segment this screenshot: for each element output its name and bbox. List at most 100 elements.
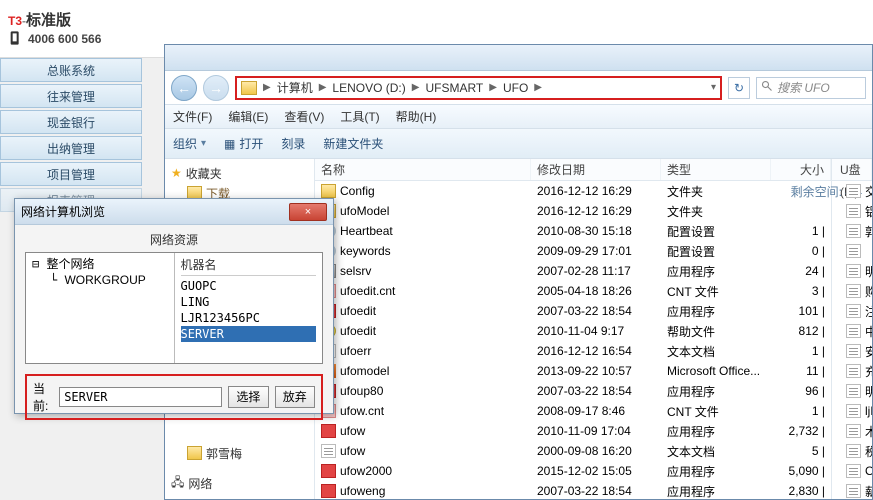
tree-whole-network[interactable]: ⊟ 整个网络 [32, 256, 168, 272]
select-button[interactable]: 选择 [228, 386, 268, 408]
table-row[interactable]: ufow2010-11-09 17:04应用程序2,732 |木柄设备 [315, 421, 872, 441]
drive-item[interactable]: 铝制品质 [840, 201, 866, 221]
drive-item[interactable]: 安卡.充 [840, 341, 866, 361]
file-date: 2010-11-09 17:04 [531, 424, 661, 438]
col-size[interactable]: 大小 [771, 159, 831, 180]
file-size: 5 | [771, 444, 831, 458]
menu-file[interactable]: 文件(F) [173, 108, 212, 125]
crumb-ufsmart[interactable]: UFSMART [425, 81, 483, 95]
table-row[interactable]: ufoedit2007-03-22 18:54应用程序101 |注塑车间 [315, 301, 872, 321]
tree-favorites[interactable]: ★收藏夹 [171, 163, 308, 183]
machine-item[interactable]: LJR123456PC [181, 310, 317, 326]
dialog-col-network[interactable]: ⊟ 整个网络 └ WORKGROUP [26, 253, 174, 363]
table-row[interactable]: ufoedit.cnt2005-04-18 18:26CNT 文件3 |购销合同 [315, 281, 872, 301]
drive-item[interactable]: Office2 [840, 461, 866, 481]
file-type: 配置设置 [661, 223, 771, 240]
col-drive[interactable]: U盘(F:) [831, 159, 872, 180]
file-name: ufoedit.cnt [340, 284, 395, 298]
drive-item[interactable]: 薪酬备案 [840, 481, 866, 499]
drive-item[interactable]: 注塑车间 [840, 301, 866, 321]
drive-item[interactable]: 购销合同 [840, 281, 866, 301]
table-row[interactable]: ufomodel2013-09-22 10:57Microsoft Office… [315, 361, 872, 381]
refresh-button[interactable]: ↻ [728, 77, 750, 99]
file-type: 应用程序 [661, 483, 771, 500]
col-date[interactable]: 修改日期 [531, 159, 661, 180]
col-type[interactable]: 类型 [661, 159, 771, 180]
file-name: ufoup80 [340, 384, 383, 398]
toolbar-burn[interactable]: 刻录 [281, 135, 305, 152]
crumb-computer[interactable]: 计算机 [277, 79, 313, 96]
sidebar-item-general-ledger[interactable]: 总账系统 [0, 58, 142, 82]
drive-item[interactable] [840, 241, 866, 261]
table-row[interactable]: ufoweng2007-03-22 18:54应用程序2,830 |薪酬备案 [315, 481, 872, 499]
file-icon [846, 404, 861, 418]
drive-item[interactable]: 木柄设备 [840, 421, 866, 441]
table-row[interactable]: ufoerr2016-12-12 16:54文本文档1 |安卡.充 [315, 341, 872, 361]
drive-item[interactable]: ljM1005 [840, 401, 866, 421]
table-row[interactable]: selsrv2007-02-28 11:17应用程序24 |明新银座 [315, 261, 872, 281]
machine-item[interactable]: LING [181, 294, 317, 310]
toolbar-organize[interactable]: 组织 [173, 135, 206, 152]
file-name: ufow [340, 444, 365, 458]
breadcrumb[interactable]: ▶ 计算机 ▶ LENOVO (D:) ▶ UFSMART ▶ UFO ▶ ▾ [235, 76, 722, 100]
file-date: 2016-12-12 16:29 [531, 184, 661, 198]
menu-help[interactable]: 帮助(H) [396, 108, 437, 125]
crumb-ufo[interactable]: UFO [503, 81, 528, 95]
search-input[interactable]: 搜索 UFO [756, 77, 866, 99]
file-type: 应用程序 [661, 303, 771, 320]
file-date: 2010-08-30 15:18 [531, 224, 661, 238]
tree-user[interactable]: 郭雪梅 [171, 443, 308, 463]
tree-workgroup[interactable]: └ WORKGROUP [32, 272, 168, 288]
file-icon [846, 424, 861, 438]
file-size: 101 | [771, 304, 831, 318]
table-row[interactable]: keywords2009-09-29 17:01配置设置0 | [315, 241, 872, 261]
explorer-menubar: 文件(F) 编辑(E) 查看(V) 工具(T) 帮助(H) [165, 105, 872, 129]
file-date: 2013-09-22 10:57 [531, 364, 661, 378]
explorer-titlebar[interactable] [165, 45, 872, 71]
toolbar-newfolder[interactable]: 新建文件夹 [323, 135, 383, 152]
chevron-down-icon[interactable]: ▾ [711, 82, 716, 93]
dialog-titlebar[interactable]: 网络计算机浏览 × [15, 199, 333, 225]
file-list: 名称 修改日期 类型 大小 U盘(F:) 剩余空间: 4.4 Config201… [315, 159, 872, 499]
drive-item[interactable]: 明新银座 [840, 261, 866, 281]
drive-item[interactable]: 中国供销 [840, 321, 866, 341]
file-size: 1 | [771, 344, 831, 358]
back-button[interactable]: ← [171, 75, 197, 101]
drive-item[interactable]: 税局要求 [840, 441, 866, 461]
file-size: 2,732 | [771, 424, 831, 438]
file-type: CNT 文件 [661, 283, 771, 300]
menu-tools[interactable]: 工具(T) [340, 108, 379, 125]
machine-item[interactable]: GUOPC [181, 278, 317, 294]
drive-item[interactable]: 明新集团 [840, 381, 866, 401]
sidebar-item-project[interactable]: 项目管理 [0, 162, 142, 186]
dialog-col-machines[interactable]: 机器名 GUOPCLINGLJR123456PCSERVER [174, 253, 323, 363]
sidebar-item-ar-ap[interactable]: 往来管理 [0, 84, 142, 108]
tree-network[interactable]: 🖧网络 [171, 473, 308, 493]
drive-item[interactable]: 郭珍玉身 [840, 221, 866, 241]
table-row[interactable]: ufow2000-09-08 16:20文本文档5 |税局要求 [315, 441, 872, 461]
cancel-button[interactable]: 放弃 [275, 386, 315, 408]
file-size: 2,830 | [771, 484, 831, 498]
forward-button[interactable]: → [203, 75, 229, 101]
table-row[interactable]: ufoedit2010-11-04 9:17帮助文件812 |中国供销 [315, 321, 872, 341]
sidebar-item-cash-bank[interactable]: 现金银行 [0, 110, 142, 134]
sidebar-item-cashier[interactable]: 出纳管理 [0, 136, 142, 160]
table-row[interactable]: ufoup802007-03-22 18:54应用程序96 |明新集团 [315, 381, 872, 401]
file-icon [846, 344, 861, 358]
drive-item[interactable]: 充证材料 [840, 361, 866, 381]
table-row[interactable]: ufoModel2016-12-12 16:29文件夹铝制品质 [315, 201, 872, 221]
current-input[interactable] [59, 387, 222, 407]
machine-item[interactable]: SERVER [181, 326, 317, 342]
toolbar-open[interactable]: ▦ 打开 [224, 135, 263, 152]
crumb-drive[interactable]: LENOVO (D:) [332, 81, 405, 95]
file-icon [846, 184, 861, 198]
menu-edit[interactable]: 编辑(E) [228, 108, 268, 125]
table-row[interactable]: ufow.cnt2008-09-17 8:46CNT 文件1 |ljM1005 [315, 401, 872, 421]
table-row[interactable]: Heartbeat2010-08-30 15:18配置设置1 |郭珍玉身 [315, 221, 872, 241]
menu-view[interactable]: 查看(V) [284, 108, 324, 125]
file-name: ufomodel [340, 364, 389, 378]
close-button[interactable]: × [289, 203, 327, 221]
col-name[interactable]: 名称 [315, 159, 531, 180]
file-name: ufoModel [340, 204, 389, 218]
table-row[interactable]: ufow20002015-12-02 15:05应用程序5,090 |Offic… [315, 461, 872, 481]
